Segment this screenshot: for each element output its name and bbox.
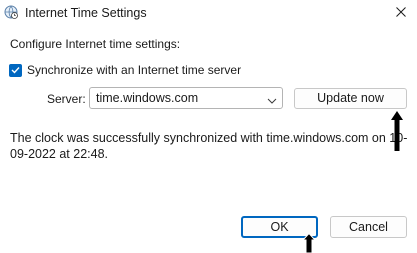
checkmark-icon [11, 67, 20, 74]
arrow-up-icon [301, 232, 317, 253]
cancel-button[interactable]: Cancel [330, 216, 407, 238]
server-label: Server: [47, 92, 86, 106]
update-now-button[interactable]: Update now [294, 88, 407, 109]
window-title: Internet Time Settings [25, 6, 147, 20]
sync-status-text: The clock was successfully synchronized … [10, 131, 408, 161]
close-icon [396, 6, 406, 20]
server-dropdown[interactable]: time.windows.com [89, 87, 283, 109]
arrow-up-icon [390, 110, 404, 152]
close-button[interactable] [385, 0, 417, 26]
intro-text: Configure Internet time settings: [10, 37, 181, 51]
sync-checkbox[interactable] [9, 63, 22, 77]
sync-option[interactable]: Synchronize with an Internet time server [9, 63, 241, 77]
chevron-down-icon [267, 94, 277, 104]
sync-checkbox-label: Synchronize with an Internet time server [27, 63, 242, 77]
internet-time-settings-dialog: Internet Time Settings Configure Interne… [0, 0, 417, 253]
server-value: time.windows.com [96, 91, 199, 105]
title-bar: Internet Time Settings [0, 0, 417, 26]
clock-globe-icon [4, 5, 18, 19]
